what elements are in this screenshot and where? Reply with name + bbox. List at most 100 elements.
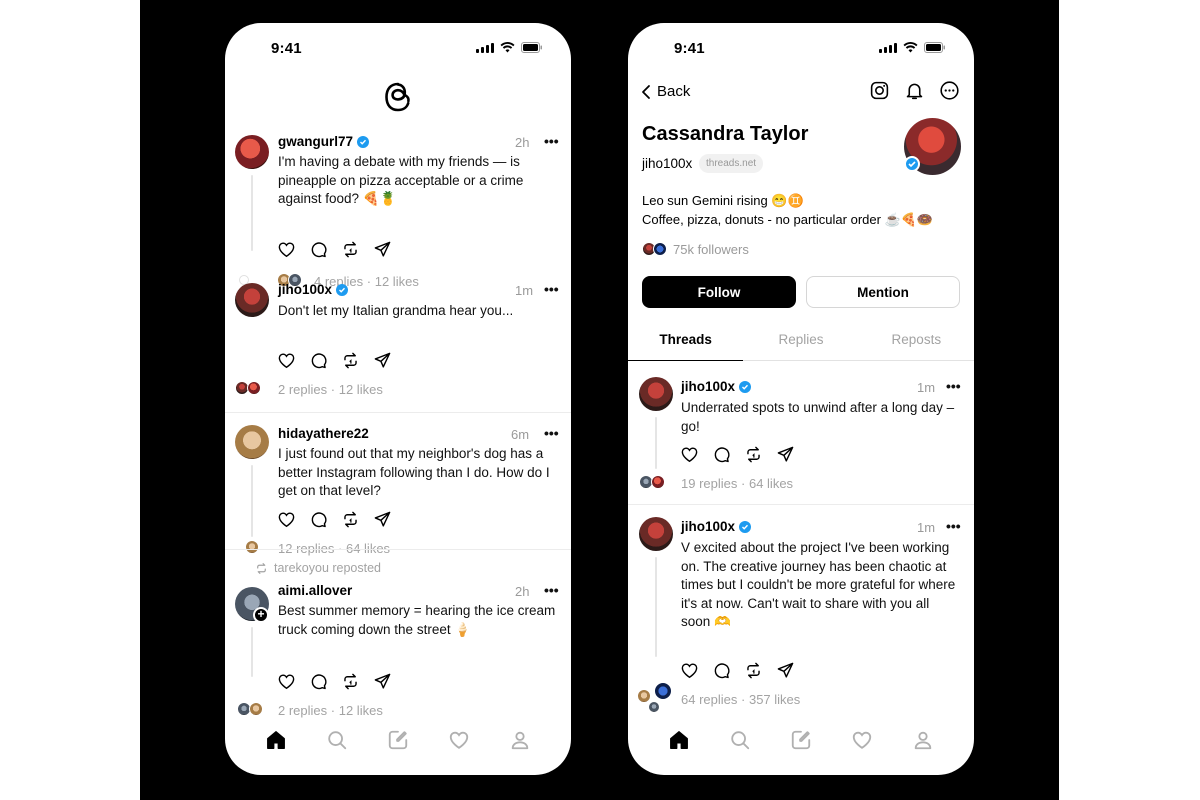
comment-icon[interactable] bbox=[309, 240, 328, 259]
search-icon[interactable] bbox=[326, 729, 348, 751]
like-count[interactable]: 12 likes bbox=[339, 382, 383, 397]
heart-icon[interactable] bbox=[680, 445, 699, 464]
share-icon[interactable] bbox=[373, 672, 392, 691]
avatar[interactable] bbox=[235, 425, 269, 459]
reply-count[interactable]: 2 replies bbox=[278, 382, 327, 397]
heart-icon[interactable] bbox=[680, 661, 699, 680]
avatar[interactable] bbox=[235, 135, 269, 169]
more-icon[interactable]: ••• bbox=[544, 425, 559, 441]
more-circle-icon[interactable] bbox=[939, 80, 960, 101]
tab-reposts[interactable]: Reposts bbox=[859, 321, 974, 360]
username-text[interactable]: aimi.allover bbox=[278, 583, 352, 598]
repost-icon[interactable] bbox=[341, 510, 360, 529]
profile-icon[interactable] bbox=[509, 729, 531, 751]
compose-icon[interactable] bbox=[387, 729, 409, 751]
domain-chip[interactable]: threads.net bbox=[699, 154, 764, 173]
replier-avatar bbox=[637, 689, 651, 703]
post-stats[interactable]: 19 replies · 64 likes bbox=[681, 476, 793, 491]
username-text[interactable]: jiho100x bbox=[278, 282, 332, 297]
avatar[interactable] bbox=[235, 283, 269, 317]
post-username[interactable]: gwangurl77 bbox=[278, 134, 370, 149]
post-stats[interactable]: 64 replies · 357 likes bbox=[681, 692, 800, 707]
post-username[interactable]: jiho100x bbox=[278, 282, 349, 297]
repost-note[interactable]: tarekoyou reposted bbox=[255, 561, 381, 575]
repost-icon[interactable] bbox=[341, 240, 360, 259]
heart-icon[interactable] bbox=[277, 672, 296, 691]
heart-icon[interactable] bbox=[277, 240, 296, 259]
post-username[interactable]: jiho100x bbox=[681, 519, 752, 534]
repost-icon[interactable] bbox=[744, 661, 763, 680]
feed-post[interactable]: + aimi.allover 2h ••• Best summer memory… bbox=[225, 581, 571, 718]
repost-icon[interactable] bbox=[744, 445, 763, 464]
username-text[interactable]: hidayathere22 bbox=[278, 426, 369, 441]
status-icons bbox=[879, 42, 946, 53]
feed-post[interactable]: gwangurl77 2h ••• I'm having a debate wi… bbox=[225, 133, 571, 289]
post-time: 6m bbox=[511, 427, 530, 442]
reply-count[interactable]: 19 replies bbox=[681, 476, 737, 491]
repost-icon[interactable] bbox=[341, 351, 360, 370]
profile-icon[interactable] bbox=[912, 729, 934, 751]
reply-count[interactable]: 64 replies bbox=[681, 692, 737, 707]
username-text[interactable]: gwangurl77 bbox=[278, 134, 353, 149]
avatar[interactable] bbox=[639, 517, 673, 551]
activity-icon[interactable] bbox=[448, 729, 470, 751]
home-icon[interactable] bbox=[668, 729, 690, 751]
heart-icon[interactable] bbox=[277, 351, 296, 370]
repost-note-text[interactable]: tarekoyou reposted bbox=[274, 561, 381, 575]
more-icon[interactable]: ••• bbox=[946, 378, 961, 394]
instagram-icon[interactable] bbox=[869, 80, 890, 101]
follow-plus-icon[interactable]: + bbox=[253, 607, 269, 623]
status-time: 9:41 bbox=[271, 40, 302, 57]
post-text-line: times but I couldn't be more grateful fo… bbox=[681, 577, 956, 592]
more-icon[interactable]: ••• bbox=[544, 582, 559, 598]
share-icon[interactable] bbox=[776, 661, 795, 680]
feed-post[interactable]: hidayathere22 6m ••• I just found out th… bbox=[225, 403, 571, 563]
back-label[interactable]: Back bbox=[657, 83, 690, 100]
share-icon[interactable] bbox=[776, 445, 795, 464]
comment-icon[interactable] bbox=[309, 351, 328, 370]
back-button[interactable]: Back bbox=[641, 83, 690, 100]
username-text[interactable]: jiho100x bbox=[681, 379, 735, 394]
post-username[interactable]: jiho100x bbox=[681, 379, 752, 394]
post-username[interactable]: aimi.allover bbox=[278, 583, 352, 598]
comment-icon[interactable] bbox=[309, 510, 328, 529]
post-username[interactable]: hidayathere22 bbox=[278, 426, 369, 441]
post-text: V excited about the project I've been wo… bbox=[681, 539, 966, 632]
tab-replies[interactable]: Replies bbox=[743, 321, 858, 360]
profile-post[interactable]: jiho100x 1m ••• Underrated spots to unwi… bbox=[628, 375, 974, 505]
mention-button[interactable]: Mention bbox=[806, 276, 960, 308]
avatar[interactable] bbox=[639, 377, 673, 411]
separator: · bbox=[741, 476, 746, 491]
repost-icon[interactable] bbox=[341, 672, 360, 691]
bell-icon[interactable] bbox=[904, 80, 925, 101]
profile-handle: jiho100x bbox=[642, 156, 693, 171]
more-icon[interactable]: ••• bbox=[544, 133, 559, 149]
comment-icon[interactable] bbox=[712, 445, 731, 464]
feed-post[interactable]: jiho100x 1m ••• Don't let my Italian gra… bbox=[225, 281, 571, 401]
share-icon[interactable] bbox=[373, 351, 392, 370]
share-icon[interactable] bbox=[373, 240, 392, 259]
post-text-line: Best summer memory = hearing the ice cre… bbox=[278, 603, 556, 618]
profile-post[interactable]: jiho100x 1m ••• V excited about the proj… bbox=[628, 515, 974, 713]
like-count[interactable]: 64 likes bbox=[749, 476, 793, 491]
more-icon[interactable]: ••• bbox=[544, 281, 559, 297]
threads-logo-icon[interactable] bbox=[382, 81, 414, 113]
thread-line bbox=[251, 175, 253, 251]
compose-icon[interactable] bbox=[790, 729, 812, 751]
like-count[interactable]: 357 likes bbox=[749, 692, 800, 707]
search-icon[interactable] bbox=[729, 729, 751, 751]
home-icon[interactable] bbox=[265, 729, 287, 751]
tab-threads[interactable]: Threads bbox=[628, 321, 744, 361]
status-time: 9:41 bbox=[674, 40, 705, 57]
activity-icon[interactable] bbox=[851, 729, 873, 751]
wifi-icon bbox=[500, 42, 515, 53]
comment-icon[interactable] bbox=[712, 661, 731, 680]
post-stats[interactable]: 2 replies · 12 likes bbox=[278, 382, 383, 397]
more-icon[interactable]: ••• bbox=[946, 518, 961, 534]
share-icon[interactable] bbox=[373, 510, 392, 529]
follow-button[interactable]: Follow bbox=[642, 276, 796, 308]
heart-icon[interactable] bbox=[277, 510, 296, 529]
followers-count[interactable]: 75k followers bbox=[673, 242, 749, 257]
comment-icon[interactable] bbox=[309, 672, 328, 691]
username-text[interactable]: jiho100x bbox=[681, 519, 735, 534]
